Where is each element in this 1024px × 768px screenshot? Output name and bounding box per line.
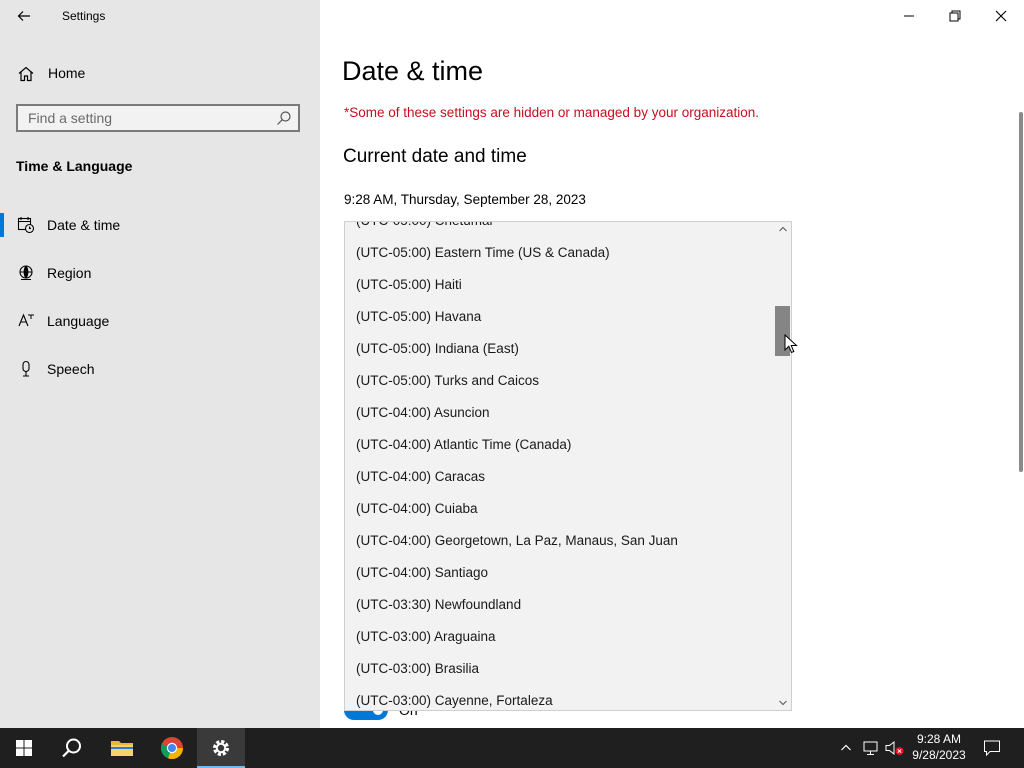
timezone-option[interactable]: (UTC-03:30) Newfoundland xyxy=(345,589,775,621)
home-icon xyxy=(18,66,34,82)
notification-icon xyxy=(984,740,1000,757)
start-icon xyxy=(16,740,32,756)
back-arrow-icon xyxy=(17,11,30,21)
start-button[interactable] xyxy=(0,728,48,768)
timezone-option[interactable]: (UTC-03:00) Araguaina xyxy=(345,621,775,653)
settings-icon xyxy=(213,740,229,756)
microphone-icon xyxy=(22,360,30,377)
timezone-option[interactable]: (UTC-05:00) Haiti xyxy=(345,269,775,301)
search-box[interactable] xyxy=(16,104,300,132)
active-indicator xyxy=(0,213,4,237)
scroll-up-icon[interactable] xyxy=(778,224,788,234)
settings-taskbar-button[interactable] xyxy=(197,728,245,768)
sidebar: Settings Home Time & Language Date & tim… xyxy=(0,0,320,728)
section-title: Time & Language xyxy=(16,158,133,174)
sidebar-item-region[interactable]: Region xyxy=(0,257,320,289)
chevron-up-icon xyxy=(841,744,851,751)
minimize-icon xyxy=(904,15,914,17)
timezone-list-scrollbar[interactable] xyxy=(775,222,791,710)
taskbar-search-button[interactable] xyxy=(48,728,96,768)
scroll-down-icon[interactable] xyxy=(778,698,788,708)
sidebar-item-label: Speech xyxy=(47,361,95,377)
timezone-option[interactable]: (UTC-05:00) Havana xyxy=(345,301,775,333)
restore-button[interactable] xyxy=(932,0,978,32)
timezone-option[interactable]: (UTC-04:00) Cuiaba xyxy=(345,493,775,525)
taskbar-clock[interactable]: 9:28 AM 9/28/2023 xyxy=(906,731,972,763)
timezone-option[interactable]: (UTC-05:00) Chetumal xyxy=(345,222,775,237)
volume-button[interactable] xyxy=(885,738,905,758)
current-date-time: 9:28 AM, Thursday, September 28, 2023 xyxy=(344,192,586,207)
page-title: Date & time xyxy=(342,56,484,86)
timezone-option[interactable]: (UTC-05:00) Eastern Time (US & Canada) xyxy=(345,237,775,269)
timezone-option[interactable]: (UTC-04:00) Caracas xyxy=(345,461,775,493)
sidebar-item-label: Home xyxy=(48,65,86,81)
sidebar-item-language[interactable]: Language xyxy=(0,305,320,337)
calendar-clock-icon xyxy=(17,217,35,234)
sidebar-item-home[interactable]: Home xyxy=(0,60,320,88)
sidebar-item-date-time[interactable]: Date & time xyxy=(0,209,320,241)
policy-warning: *Some of these settings are hidden or ma… xyxy=(344,105,760,120)
taskbar: 9:28 AM 9/28/2023 xyxy=(0,728,1024,768)
mouse-cursor-icon xyxy=(784,334,798,354)
sidebar-item-label: Date & time xyxy=(47,217,121,233)
timezone-option[interactable]: (UTC-04:00) Santiago xyxy=(345,557,775,589)
sidebar-item-speech[interactable]: Speech xyxy=(0,353,320,385)
restore-icon xyxy=(949,10,961,22)
timezone-option[interactable]: (UTC-04:00) Georgetown, La Paz, Manaus, … xyxy=(345,525,775,557)
section-heading: Current date and time xyxy=(343,146,527,167)
timezone-option[interactable]: (UTC-05:00) Indiana (East) xyxy=(345,333,775,365)
timezone-options: (UTC-05:00) Chetumal(UTC-05:00) Eastern … xyxy=(345,222,775,710)
chrome-icon xyxy=(161,737,184,760)
close-button[interactable] xyxy=(978,0,1024,32)
search-icon[interactable] xyxy=(276,110,292,126)
back-button[interactable] xyxy=(12,4,36,28)
language-icon xyxy=(18,313,34,327)
page-scrollbar[interactable] xyxy=(1019,112,1023,472)
network-button[interactable] xyxy=(861,738,881,758)
timezone-option[interactable]: (UTC-05:00) Turks and Caicos xyxy=(345,365,775,397)
search-input[interactable] xyxy=(18,106,278,130)
app-title: Settings xyxy=(62,9,106,23)
sidebar-item-label: Language xyxy=(47,313,110,329)
action-center-button[interactable] xyxy=(982,738,1002,758)
timezone-option[interactable]: (UTC-03:00) Brasilia xyxy=(345,653,775,685)
globe-icon xyxy=(19,265,33,280)
chrome-button[interactable] xyxy=(148,728,196,768)
show-hidden-icons-button[interactable] xyxy=(836,738,856,758)
timezone-option[interactable]: (UTC-03:00) Cayenne, Fortaleza xyxy=(345,685,775,710)
clock-time: 9:28 AM xyxy=(916,732,962,746)
timezone-option[interactable]: (UTC-04:00) Asuncion xyxy=(345,397,775,429)
sidebar-item-label: Region xyxy=(47,265,92,281)
file-explorer-icon xyxy=(111,741,133,756)
timezone-dropdown-list[interactable]: (UTC-05:00) Chetumal(UTC-05:00) Eastern … xyxy=(344,221,792,711)
network-icon xyxy=(863,741,878,755)
file-explorer-button[interactable] xyxy=(98,728,146,768)
search-icon xyxy=(62,738,81,758)
volume-muted-icon xyxy=(885,740,904,756)
clock-date: 9/28/2023 xyxy=(912,748,966,762)
close-icon xyxy=(995,10,1007,22)
timezone-option[interactable]: (UTC-04:00) Atlantic Time (Canada) xyxy=(345,429,775,461)
minimize-button[interactable] xyxy=(886,0,932,32)
